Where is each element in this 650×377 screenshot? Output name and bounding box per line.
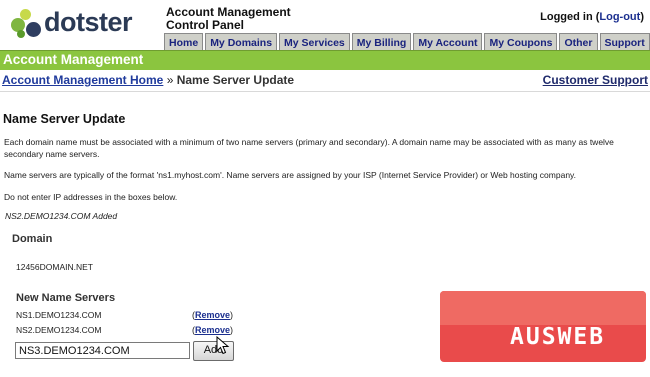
remove-ns1-action: (Remove) — [192, 310, 233, 320]
remove-ns1-link[interactable]: Remove — [195, 310, 230, 320]
remove-ns2-link[interactable]: Remove — [195, 325, 230, 335]
paren-close: ) — [230, 325, 234, 335]
ausweb-watermark: AUSWEB — [440, 291, 646, 362]
watermark-highlight — [440, 291, 646, 325]
login-close: ) — [640, 11, 644, 23]
new-name-server-input[interactable] — [15, 342, 190, 359]
logout-link[interactable]: Log-out — [599, 11, 640, 23]
section-bar: Account Management — [0, 50, 650, 70]
login-text: Logged in ( — [540, 11, 600, 23]
tab-my-domains[interactable]: My Domains — [205, 33, 278, 51]
ip-warning-paragraph: Do not enter IP addresses in the boxes b… — [4, 192, 178, 202]
mouse-pointer-icon — [216, 336, 230, 355]
logo-text: dotster — [44, 7, 133, 37]
tab-my-services[interactable]: My Services — [279, 33, 350, 51]
dotster-logo[interactable]: dotster — [5, 3, 155, 43]
main-nav-tabs: Home My Domains My Services My Billing M… — [164, 33, 650, 51]
format-paragraph: Name servers are typically of the format… — [4, 170, 577, 180]
tab-my-coupons[interactable]: My Coupons — [484, 33, 558, 51]
tab-home[interactable]: Home — [164, 33, 204, 51]
breadcrumb-current: Name Server Update — [176, 73, 295, 87]
divider — [0, 91, 650, 92]
tab-support[interactable]: Support — [599, 33, 650, 51]
status-message: NS2.DEMO1234.COM Added — [5, 211, 118, 221]
tab-my-account[interactable]: My Account — [413, 33, 483, 51]
breadcrumb-home-link[interactable]: Account Management Home — [2, 73, 163, 87]
intro-paragraph: Each domain name must be associated with… — [4, 137, 614, 159]
customer-support-link[interactable]: Customer Support — [543, 73, 648, 87]
paren-close: ) — [230, 310, 234, 320]
section-title: Account Management — [3, 52, 144, 67]
watermark-text: AUSWEB — [510, 324, 606, 350]
remove-ns2-action: (Remove) — [192, 325, 233, 335]
name-server-1: NS1.DEMO1234.COM — [16, 310, 102, 320]
app-title-line1: Account Management — [166, 5, 291, 19]
login-status: Logged in (Log-out) — [540, 11, 644, 23]
domain-value: 12456DOMAIN.NET — [16, 262, 93, 272]
page-title: Name Server Update — [3, 112, 126, 126]
app-title-line2: Control Panel — [166, 18, 245, 32]
name-server-2: NS2.DEMO1234.COM — [16, 325, 102, 335]
breadcrumb-separator: » — [163, 73, 177, 87]
tab-other[interactable]: Other — [559, 33, 598, 51]
logo-dots-icon — [11, 9, 43, 39]
name-servers-label: New Name Servers — [16, 292, 116, 304]
breadcrumb: Account Management Home » Name Server Up… — [2, 73, 294, 87]
domain-label: Domain — [12, 233, 53, 245]
tab-my-billing[interactable]: My Billing — [351, 33, 412, 51]
